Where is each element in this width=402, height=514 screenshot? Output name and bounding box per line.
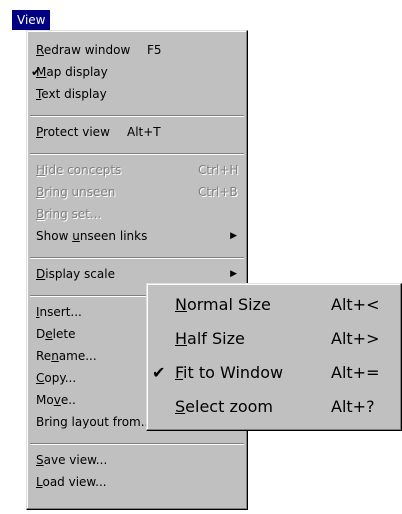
menu-item-label: Delete (36, 327, 76, 341)
menu-item-label: Move.. (36, 393, 76, 407)
menu-item-bring-set[interactable]: Bring set... (27, 203, 247, 225)
menu-item-save-view[interactable]: Save view... (27, 449, 247, 471)
submenu-item-fit-to-window[interactable]: ✔ Fit to Window Alt+= (147, 358, 401, 388)
menu-item-label: Bring layout from... (36, 415, 153, 429)
submenu-item-shortcut: Alt+? (331, 397, 375, 416)
submenu-item-label: Fit to Window (175, 363, 284, 382)
menu-item-label: Hide concepts (36, 163, 122, 177)
menu-item-label: Bring set... (36, 207, 102, 221)
menu-item-redraw-window[interactable]: Redraw window F5 (27, 39, 247, 61)
menu-separator (30, 115, 244, 117)
menu-separator (30, 153, 244, 155)
menu-item-shortcut: F5 (147, 43, 162, 57)
view-menu-title[interactable]: View (12, 10, 51, 30)
menu-separator (30, 257, 244, 259)
menu-separator (30, 443, 244, 445)
menu-item-label: Text display (36, 87, 107, 101)
submenu-item-normal-size[interactable]: Normal Size Alt+< (147, 290, 401, 320)
triangle-right-icon: ▶ (230, 269, 237, 279)
menu-item-label: Bring unseen (36, 185, 116, 199)
menu-item-shortcut: Alt+T (127, 125, 161, 139)
submenu-item-shortcut: Alt+< (331, 295, 380, 314)
view-menu-dropdown: Redraw window F5 ✔ Map display Text display P… (26, 30, 248, 510)
view-menu-label: View (17, 13, 46, 27)
menu-item-load-view[interactable]: Load view... (27, 471, 247, 493)
menu-item-label: Rename... (36, 349, 97, 363)
menu-item-label: Redraw window (36, 43, 131, 57)
menu-item-label: Insert... (36, 305, 82, 319)
menu-item-label: Map display (36, 65, 108, 79)
menu-item-display-scale[interactable]: Display scale ▶ (27, 263, 247, 285)
menu-item-label: Save view... (36, 453, 108, 467)
menu-item-label: Show unseen links (36, 229, 148, 243)
display-scale-submenu: Normal Size Alt+< Half Size Alt+> ✔ Fit to Wi… (146, 283, 402, 431)
triangle-right-icon: ▶ (230, 231, 237, 241)
menu-item-protect-view[interactable]: Protect view Alt+T (27, 121, 247, 143)
menu-item-hide-concepts[interactable]: Hide concepts Ctrl+H (27, 159, 247, 181)
menu-item-label: Copy... (36, 371, 77, 385)
menu-item-show-unseen-links[interactable]: Show unseen links ▶ (27, 225, 247, 247)
submenu-item-select-zoom[interactable]: Select zoom Alt+? (147, 392, 401, 422)
submenu-item-shortcut: Alt+= (331, 363, 380, 382)
submenu-item-shortcut: Alt+> (331, 329, 380, 348)
menu-item-text-display[interactable]: Text display (27, 83, 247, 105)
menu-item-label: Load view... (36, 475, 107, 489)
menu-item-label: Protect view (36, 125, 110, 139)
checkmark-icon: ✔ (152, 363, 166, 382)
menu-item-shortcut: Ctrl+B (198, 185, 238, 199)
menu-item-map-display[interactable]: ✔ Map display (27, 61, 247, 83)
menu-item-bring-unseen[interactable]: Bring unseen Ctrl+B (27, 181, 247, 203)
submenu-item-label: Select zoom (175, 397, 274, 416)
submenu-item-label: Normal Size (175, 295, 271, 314)
submenu-item-half-size[interactable]: Half Size Alt+> (147, 324, 401, 354)
menu-item-label: Display scale (36, 267, 115, 281)
submenu-item-label: Half Size (175, 329, 245, 348)
menu-item-shortcut: Ctrl+H (198, 163, 239, 177)
